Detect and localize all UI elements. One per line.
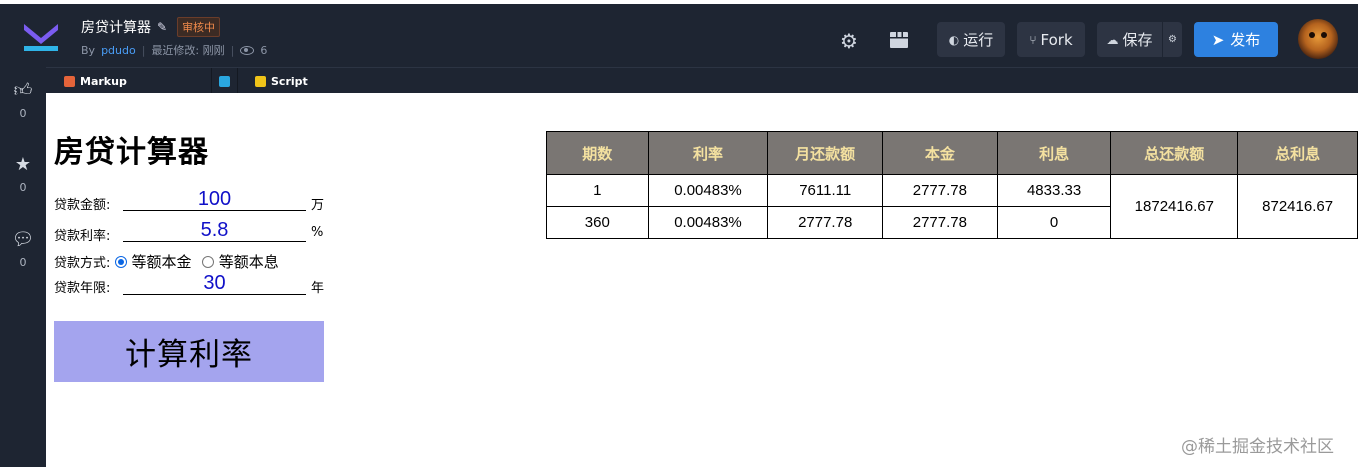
run-label: 运行 bbox=[963, 31, 994, 49]
table-row: 1 0.00483% 7611.11 2777.78 4833.33 18724… bbox=[546, 174, 1358, 239]
publish-label: 发布 bbox=[1230, 31, 1261, 49]
save-options-gear-icon[interactable]: ⚙ bbox=[1162, 22, 1182, 57]
rate-label: 贷款利率: bbox=[54, 229, 111, 244]
left-sidebar: 👍︎ 0 ★ 0 💬︎ 0 bbox=[0, 67, 46, 467]
thumbs-up-icon: 👍︎ bbox=[13, 80, 33, 101]
save-label: 保存 bbox=[1122, 31, 1153, 49]
pane-divider[interactable] bbox=[211, 68, 212, 94]
header-principal: 本金 bbox=[882, 131, 998, 175]
cell-total-interest: 872416.67 bbox=[1237, 174, 1358, 239]
comment-icon: 💬︎ bbox=[11, 229, 35, 250]
by-label: By bbox=[81, 43, 96, 57]
header-interest: 利息 bbox=[996, 131, 1112, 175]
tab-script[interactable]: Script bbox=[255, 73, 308, 89]
avatar[interactable] bbox=[1298, 19, 1338, 59]
header-period: 期数 bbox=[546, 131, 649, 175]
radio-equal-installment-label[interactable]: 等额本息 bbox=[219, 253, 279, 271]
amount-label: 贷款金额: bbox=[54, 198, 111, 213]
cell-monthly-payment: 7611.11 bbox=[767, 174, 884, 207]
run-icon: ◐ bbox=[948, 32, 960, 47]
like-count: 0 bbox=[19, 107, 27, 120]
author-link[interactable]: pdudo bbox=[101, 44, 136, 57]
page-title: 房贷计算器 bbox=[54, 135, 209, 170]
pane-divider[interactable] bbox=[237, 68, 238, 94]
header-total-payment: 总还款额 bbox=[1110, 131, 1239, 175]
top-bar: 房贷计算器 ✎ 审核中 By pdudo | 最近修改: 刚刚 | 6 ⚙ ◐ … bbox=[0, 0, 1358, 67]
project-title[interactable]: 房贷计算器 bbox=[81, 17, 151, 37]
js-icon bbox=[255, 75, 266, 87]
fork-icon: ⑂ bbox=[1029, 32, 1037, 47]
cell-total-payment: 1872416.67 bbox=[1110, 174, 1239, 239]
radio-equal-principal-label[interactable]: 等额本金 bbox=[132, 253, 192, 271]
method-label: 贷款方式: bbox=[54, 256, 111, 271]
star-icon: ★ bbox=[14, 154, 32, 175]
save-button[interactable]: ☁ 保存 bbox=[1097, 22, 1162, 57]
radio-equal-principal[interactable] bbox=[114, 256, 127, 268]
amount-unit: 万 bbox=[311, 198, 325, 213]
meta-divider: | bbox=[230, 43, 235, 57]
cell-rate: 0.00483% bbox=[647, 206, 769, 239]
fork-label: Fork bbox=[1040, 30, 1073, 49]
last-modified: 最近修改: 刚刚 bbox=[151, 44, 225, 57]
project-title-area: 房贷计算器 ✎ 审核中 bbox=[81, 17, 221, 37]
radio-equal-installment[interactable] bbox=[201, 256, 214, 268]
run-button[interactable]: ◐ 运行 bbox=[937, 22, 1005, 57]
comment-button[interactable]: 💬︎ 0 bbox=[0, 229, 46, 270]
rate-unit: % bbox=[311, 225, 324, 240]
status-badge: 审核中 bbox=[177, 17, 221, 37]
cloud-upload-icon: ☁ bbox=[1106, 32, 1119, 47]
header-monthly-payment: 月还款额 bbox=[767, 131, 884, 175]
watermark: @稀土掘金技术社区 bbox=[1181, 437, 1334, 457]
fork-button[interactable]: ⑂ Fork bbox=[1017, 22, 1085, 57]
comment-count: 0 bbox=[19, 256, 27, 269]
edit-pencil-icon[interactable]: ✎ bbox=[157, 20, 167, 34]
like-button[interactable]: 👍︎ 0 bbox=[0, 80, 46, 121]
project-meta: By pdudo | 最近修改: 刚刚 | 6 bbox=[81, 42, 267, 58]
tab-script-label: Script bbox=[271, 74, 308, 88]
header-total-interest: 总利息 bbox=[1237, 131, 1358, 175]
view-count: 6 bbox=[260, 43, 268, 57]
publish-button[interactable]: ➤ 发布 bbox=[1194, 22, 1278, 57]
header-rate: 利率 bbox=[647, 131, 769, 175]
cell-monthly-payment: 2777.78 bbox=[767, 206, 884, 239]
send-icon: ➤ bbox=[1211, 30, 1225, 49]
cell-rate: 0.00483% bbox=[647, 174, 769, 207]
layout-icon[interactable] bbox=[889, 31, 909, 49]
results-table: 期数 利率 月还款额 本金 利息 总还款额 总利息 1 0.00483% 761… bbox=[546, 131, 1358, 239]
rate-input[interactable]: 5.8 bbox=[123, 218, 306, 242]
calculate-button[interactable]: 计算利率 bbox=[54, 321, 324, 382]
cell-period: 360 bbox=[546, 206, 649, 239]
star-count: 0 bbox=[19, 181, 27, 194]
years-input[interactable]: 30 bbox=[123, 271, 306, 295]
eye-icon bbox=[240, 45, 255, 55]
table-header-row: 期数 利率 月还款额 本金 利息 总还款额 总利息 bbox=[546, 131, 1358, 175]
tab-markup[interactable]: Markup bbox=[64, 73, 127, 89]
cell-period: 1 bbox=[546, 174, 649, 207]
meta-divider: | bbox=[141, 43, 146, 57]
star-button[interactable]: ★ 0 bbox=[0, 154, 46, 195]
editor-tabs-bar: Markup Script bbox=[46, 67, 1358, 94]
tab-markup-label: Markup bbox=[80, 74, 127, 88]
cell-interest: 0 bbox=[996, 206, 1112, 239]
cell-interest: 4833.33 bbox=[996, 174, 1112, 207]
html-icon bbox=[64, 75, 75, 87]
site-logo-icon[interactable] bbox=[22, 22, 60, 52]
method-row: 贷款方式: 等额本金 等额本息 bbox=[54, 251, 285, 272]
tab-style[interactable] bbox=[219, 73, 230, 89]
css-icon bbox=[219, 75, 230, 87]
cell-principal: 2777.78 bbox=[882, 174, 998, 207]
years-label: 贷款年限: bbox=[54, 281, 111, 296]
preview-pane: 房贷计算器 贷款金额: 100 万 贷款利率: 5.8 % 贷款方式: 等额本金… bbox=[46, 93, 1358, 467]
cell-principal: 2777.78 bbox=[882, 206, 998, 239]
gear-icon[interactable]: ⚙ bbox=[840, 31, 860, 51]
amount-input[interactable]: 100 bbox=[123, 187, 306, 211]
years-unit: 年 bbox=[311, 281, 325, 296]
